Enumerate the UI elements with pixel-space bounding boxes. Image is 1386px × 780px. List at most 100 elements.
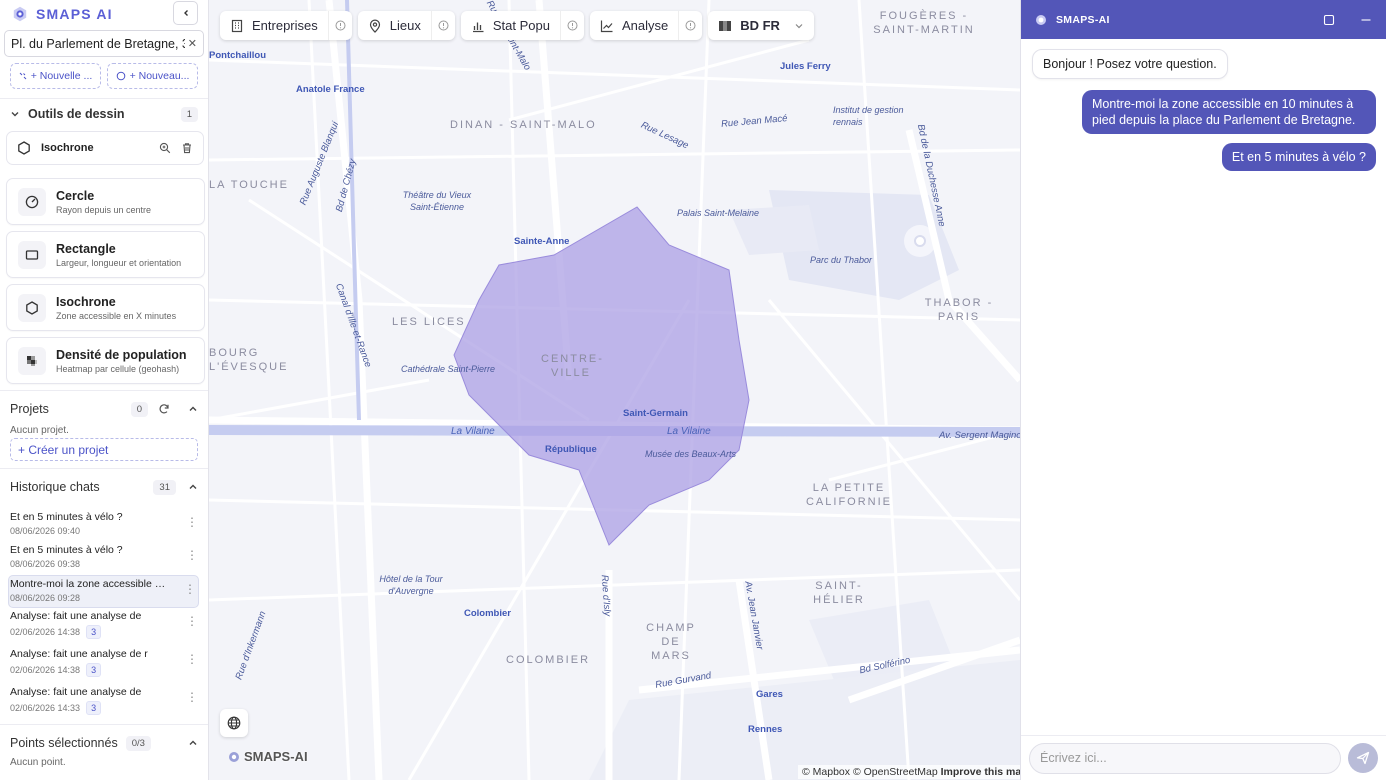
minimize-icon[interactable]	[1360, 14, 1372, 26]
map-canvas[interactable]: DINAN - SAINT-MALO LES LICES CENTRE-VILL…	[209, 0, 1020, 780]
send-button[interactable]	[1348, 743, 1378, 773]
stat-popu-info-button[interactable]	[559, 11, 584, 40]
entreprises-label: Entreprises	[252, 18, 318, 33]
analyse-info-button[interactable]	[678, 11, 702, 40]
entreprises-button[interactable]: Entreprises	[220, 11, 328, 40]
map-poi-label: Parc du Thabor	[810, 255, 873, 265]
trash-icon[interactable]	[181, 142, 193, 154]
logo-icon	[228, 751, 240, 763]
chat-history-count: 31	[153, 479, 176, 495]
chat-history-item[interactable]: Analyse: fait une analyse de 02/06/2026 …	[0, 608, 208, 646]
map-attribution: © Mapbox © OpenStreetMap Improve this ma…	[798, 765, 1032, 779]
lieux-info-button[interactable]	[430, 11, 455, 40]
chevron-down-icon	[10, 109, 20, 119]
mapbox-attribution-link[interactable]: © Mapbox	[802, 766, 850, 778]
map-place-label: République	[545, 444, 597, 455]
map-place-label: Anatole France	[296, 84, 365, 95]
chevron-up-icon[interactable]	[188, 482, 198, 492]
improve-map-link[interactable]: Improve this map	[941, 766, 1028, 778]
tool-cercle[interactable]: Cercle Rayon depuis un centre	[6, 178, 205, 225]
new-project-button[interactable]: + Nouvelle ...	[10, 63, 101, 89]
message-count-badge: 3	[86, 625, 102, 639]
map-river-label: La Vilaine	[667, 426, 711, 437]
more-vertical-icon[interactable]: ⋮	[184, 582, 196, 596]
chat-history-item[interactable]: Analyse: fait une analyse de r 02/06/202…	[0, 646, 208, 684]
assistant-logo-icon	[1035, 14, 1047, 26]
more-vertical-icon[interactable]: ⋮	[186, 515, 198, 529]
refresh-icon[interactable]	[158, 403, 170, 415]
chevron-up-icon[interactable]	[188, 738, 198, 748]
chevron-left-icon	[182, 9, 190, 17]
heatmap-icon	[18, 346, 46, 375]
divider	[0, 98, 208, 99]
map-toolbar: Entreprises Lieux Stat Popu Analyse BD F…	[220, 11, 814, 40]
more-vertical-icon[interactable]: ⋮	[186, 690, 198, 704]
chat-input[interactable]	[1029, 742, 1341, 774]
tool-name: Isochrone	[56, 294, 116, 309]
map-watermark-logo: SMAPS-AI	[228, 749, 308, 764]
tool-rectangle[interactable]: Rectangle Largeur, longueur et orientati…	[6, 231, 205, 278]
address-search-value: Pl. du Parlement de Bretagne, 35	[11, 36, 196, 51]
stat-popu-button[interactable]: Stat Popu	[461, 11, 560, 40]
basemap-button[interactable]: BD FR	[708, 11, 814, 40]
new-chat-button[interactable]: + Nouveau...	[107, 63, 198, 89]
analyse-button[interactable]: Analyse	[590, 11, 678, 40]
more-vertical-icon[interactable]: ⋮	[186, 614, 198, 628]
chat-history-item-date: 08/06/2026 09:28	[10, 593, 81, 603]
tool-name: Rectangle	[56, 241, 116, 256]
new-actions-row: + Nouvelle ... + Nouveau...	[10, 63, 198, 89]
selected-points-empty-text: Aucun point.	[10, 757, 66, 768]
chat-history-item-title: Et en 5 minutes à vélo ?	[10, 511, 123, 523]
drawing-tools-header[interactable]: Outils de dessin 1	[0, 100, 208, 128]
chat-header: SMAPS-AI	[1021, 0, 1386, 39]
chat-history-item-date: 08/06/2026 09:38	[10, 559, 81, 569]
chevron-up-icon[interactable]	[188, 404, 198, 414]
map-district-label: BOURG L'ÉVESQUE	[209, 347, 289, 373]
chat-history-title: Historique chats	[10, 480, 100, 494]
basemap-select[interactable]: BD FR	[708, 11, 814, 40]
clear-search-icon[interactable]: ✕	[184, 37, 197, 50]
tool-isochrone[interactable]: Isochrone Zone accessible en X minutes	[6, 284, 205, 331]
entreprises-info-button[interactable]	[327, 11, 352, 40]
map-district-label: LES LICES	[392, 316, 466, 328]
new-chat-label: + Nouveau...	[129, 70, 190, 82]
projects-header[interactable]: Projets 0	[0, 391, 208, 427]
more-vertical-icon[interactable]: ⋮	[186, 548, 198, 562]
zoom-to-icon[interactable]	[159, 142, 171, 154]
chat-history-item[interactable]: Et en 5 minutes à vélo ? 08/06/2026 09:4…	[0, 509, 208, 542]
left-sidebar: SMAPS AI Pl. du Parlement de Bretagne, 3…	[0, 0, 209, 780]
stat-popu-layer-group: Stat Popu	[460, 11, 584, 40]
globe-button[interactable]	[220, 709, 248, 737]
tool-densite-population[interactable]: Densité de population Heatmap par cellul…	[6, 337, 205, 384]
projects-title: Projets	[10, 402, 49, 416]
map-place-label: Gares	[756, 689, 783, 700]
lieux-layer-group: Lieux	[357, 11, 455, 40]
lieux-button[interactable]: Lieux	[358, 11, 431, 40]
map-place-label: Pontchaillou	[209, 50, 266, 61]
active-drawing-item[interactable]: Isochrone	[6, 131, 204, 165]
map-district-label: FOUGÈRES - SAINT-MARTIN	[873, 10, 975, 36]
basemap-label: BD FR	[740, 18, 780, 33]
chat-history-header[interactable]: Historique chats 31	[0, 469, 208, 505]
pin-icon	[368, 19, 382, 33]
info-icon	[438, 20, 449, 31]
bar-chart-icon	[471, 19, 485, 33]
map-poi-label: Hôtel de la Tour d'Auvergne	[379, 574, 443, 596]
lieux-label: Lieux	[389, 18, 421, 33]
chat-history-item[interactable]: Analyse: fait une analyse de 02/06/2026 …	[0, 684, 208, 722]
map-poi-label: Cathédrale Saint-Pierre	[401, 364, 496, 374]
drawing-tools-title: Outils de dessin	[28, 107, 125, 121]
address-search-input[interactable]: Pl. du Parlement de Bretagne, 35 ✕	[4, 30, 204, 57]
building-icon	[230, 19, 244, 33]
create-project-button[interactable]: + Créer un projet	[10, 438, 198, 461]
more-vertical-icon[interactable]: ⋮	[186, 652, 198, 666]
chat-panel: SMAPS-AI Bonjour ! Posez votre question.…	[1020, 0, 1386, 780]
chat-history-item-selected[interactable]: Montre-moi la zone accessible en 10 minu…	[8, 575, 199, 608]
drawing-tools-count: 1	[180, 106, 198, 122]
tool-name: Densité de population	[56, 347, 187, 362]
osm-attribution-link[interactable]: © OpenStreetMap	[853, 766, 938, 778]
chat-history-item[interactable]: Et en 5 minutes à vélo ? 08/06/2026 09:3…	[0, 542, 208, 575]
maximize-icon[interactable]	[1323, 14, 1335, 26]
collapse-sidebar-button[interactable]	[173, 1, 198, 25]
selected-points-header[interactable]: Points sélectionnés 0/3	[0, 725, 208, 761]
